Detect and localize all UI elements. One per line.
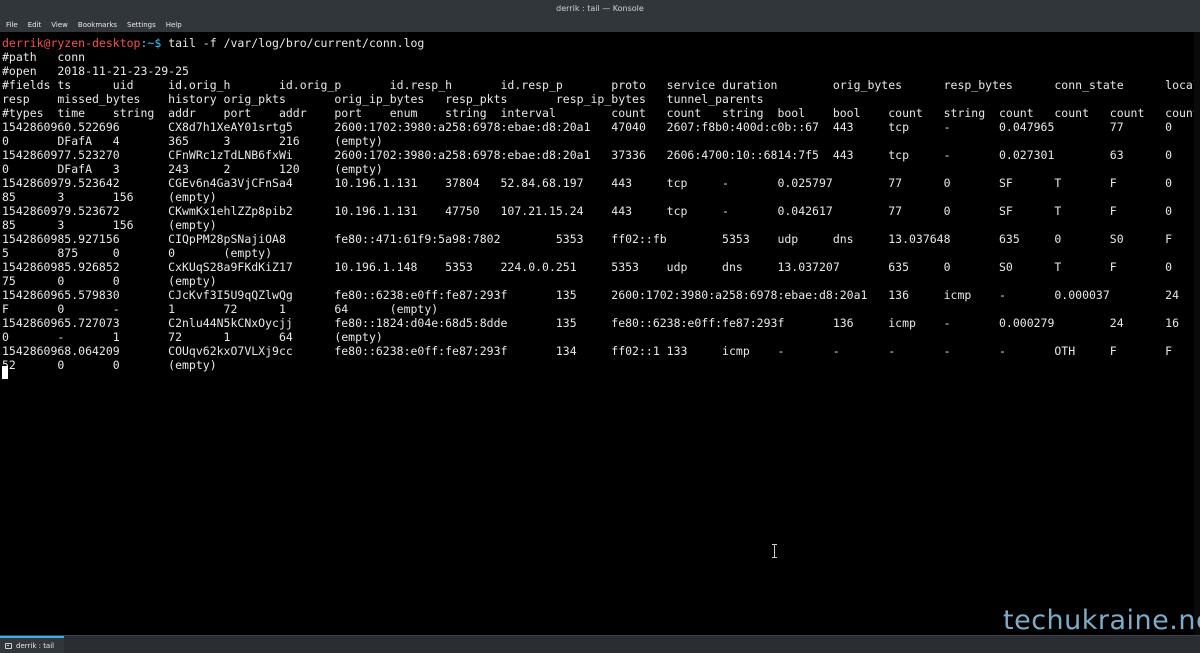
menu-view[interactable]: View xyxy=(46,21,73,29)
menu-bar: File Edit View Bookmarks Settings Help xyxy=(0,17,1200,32)
log-line: 1542860960.522696 CX8d7h1XeAY01srtg5 260… xyxy=(2,120,1173,134)
tab-bar: derrik : tail xyxy=(0,635,1200,653)
log-line: 1542860979.523672 CKwmKx1ehlZZp8pib2 10.… xyxy=(2,204,1173,218)
text-cursor xyxy=(2,366,8,379)
terminal-output[interactable]: derrik@ryzen-desktop:~$ tail -f /var/log… xyxy=(0,32,1200,635)
log-line: #open 2018-11-21-23-29-25 xyxy=(2,64,189,78)
log-line: 0 DFafA 3 243 2 120 (empty) xyxy=(2,162,383,176)
prompt-command: tail -f /var/log/bro/current/conn.log xyxy=(168,36,425,50)
prompt-line: derrik@ryzen-desktop:~$ tail -f /var/log… xyxy=(2,36,424,50)
menu-settings[interactable]: Settings xyxy=(122,21,161,29)
menu-bookmarks[interactable]: Bookmarks xyxy=(73,21,122,29)
log-line: 75 0 0 (empty) xyxy=(2,274,217,288)
log-line: 1542860965.727073 C2nlu44N5kCNxOycjj fe8… xyxy=(2,316,1180,330)
terminal-scrollbar[interactable] xyxy=(1194,32,1200,635)
log-line: #path conn xyxy=(2,50,86,64)
log-line: 85 3 156 (empty) xyxy=(2,218,217,232)
terminal-icon xyxy=(5,642,12,649)
log-line: F 0 - 1 72 1 64 (empty) xyxy=(2,302,439,316)
tab-label: derrik : tail xyxy=(16,641,55,650)
menu-edit[interactable]: Edit xyxy=(23,21,47,29)
log-line: 1542860965.579830 CJcKvf3I5U9qQZlwQg fe8… xyxy=(2,288,1180,302)
log-line: 1542860985.926852 CxKUqS28a9FKdKiZ17 10.… xyxy=(2,260,1173,274)
tab-derrik-tail[interactable]: derrik : tail xyxy=(0,636,64,653)
log-line: #types time string addr port addr port e… xyxy=(2,106,1200,120)
log-line: 0 - 1 72 1 64 (empty) xyxy=(2,330,383,344)
log-line: 1542860977.523270 CFnWRc1zTdLNB6fxWi 260… xyxy=(2,148,1173,162)
log-line: resp missed_bytes history orig_pkts orig… xyxy=(2,92,764,106)
log-line: 0 DFafA 4 365 3 216 (empty) xyxy=(2,134,383,148)
menu-file[interactable]: File xyxy=(0,21,23,29)
log-line: 1542860968.064209 COUqv62kxO7VLXj9cc fe8… xyxy=(2,344,1173,358)
window-title: derrik : tail — Konsole xyxy=(556,4,644,13)
log-line: 1542860985.927156 CIQpPM28pSNajiOA8 fe80… xyxy=(2,232,1173,246)
prompt-path: :~$ xyxy=(140,36,169,50)
log-line: 52 0 0 (empty) xyxy=(2,358,217,372)
mouse-ibeam-icon xyxy=(771,544,779,558)
prompt-user-host: derrik@ryzen-desktop xyxy=(2,36,141,50)
window-titlebar[interactable]: derrik : tail — Konsole xyxy=(0,0,1200,17)
log-line: 85 3 156 (empty) xyxy=(2,190,217,204)
menu-help[interactable]: Help xyxy=(161,21,187,29)
log-line: 1542860979.523642 CGEv6n4Ga3VjCFnSa4 10.… xyxy=(2,176,1173,190)
log-line: 5 875 0 0 (empty) xyxy=(2,246,273,260)
log-line: #fields ts uid id.orig_h id.orig_p id.re… xyxy=(2,78,1200,92)
